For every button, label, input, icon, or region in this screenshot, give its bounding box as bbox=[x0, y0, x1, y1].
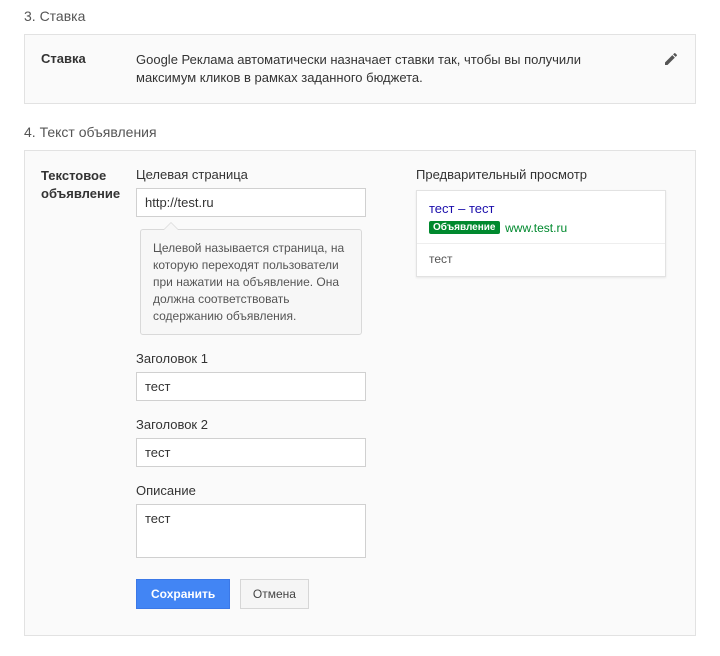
headline1-label: Заголовок 1 bbox=[136, 351, 376, 366]
landing-label: Целевая страница bbox=[136, 167, 376, 182]
landing-hint: Целевой называется страница, на которую … bbox=[140, 229, 362, 335]
section3-description: Google Реклама автоматически назначает с… bbox=[136, 51, 679, 87]
headline2-block: Заголовок 2 bbox=[136, 417, 376, 467]
description-block: Описание bbox=[136, 483, 376, 561]
section3-label: Ставка bbox=[41, 51, 136, 66]
landing-block: Целевая страница Целевой называется стра… bbox=[136, 167, 376, 335]
preview-column: Предварительный просмотр тест – тест Объ… bbox=[416, 167, 666, 277]
preview-title: Предварительный просмотр bbox=[416, 167, 666, 182]
cancel-button[interactable]: Отмена bbox=[240, 579, 309, 609]
preview-url: www.test.ru bbox=[505, 221, 567, 235]
pencil-icon[interactable] bbox=[663, 51, 679, 67]
headline2-input[interactable] bbox=[136, 438, 366, 467]
section4-panel: Текстовое объявление Целевая страница Це… bbox=[24, 150, 696, 636]
description-label: Описание bbox=[136, 483, 376, 498]
section4-title: 4. Текст объявления bbox=[24, 124, 720, 140]
section3-title: 3. Ставка bbox=[24, 8, 720, 24]
headline1-block: Заголовок 1 bbox=[136, 351, 376, 401]
section4-label-line2: объявление bbox=[41, 186, 120, 201]
preview-description: тест bbox=[429, 252, 653, 266]
headline2-label: Заголовок 2 bbox=[136, 417, 376, 432]
ad-badge: Объявление bbox=[429, 221, 500, 234]
description-textarea[interactable] bbox=[136, 504, 366, 558]
preview-url-row: Объявление www.test.ru bbox=[429, 219, 653, 235]
buttons-row: Сохранить Отмена bbox=[136, 579, 376, 609]
section3-panel: Ставка Google Реклама автоматически назн… bbox=[24, 34, 696, 104]
landing-input[interactable] bbox=[136, 188, 366, 217]
save-button[interactable]: Сохранить bbox=[136, 579, 230, 609]
section4-form: Целевая страница Целевой называется стра… bbox=[136, 167, 376, 609]
headline1-input[interactable] bbox=[136, 372, 366, 401]
preview-card: тест – тест Объявление www.test.ru тест bbox=[416, 190, 666, 277]
section4-label-line1: Текстовое bbox=[41, 168, 106, 183]
section4-label: Текстовое объявление bbox=[41, 167, 136, 202]
preview-headline: тест – тест bbox=[429, 201, 653, 216]
preview-separator bbox=[417, 243, 665, 244]
